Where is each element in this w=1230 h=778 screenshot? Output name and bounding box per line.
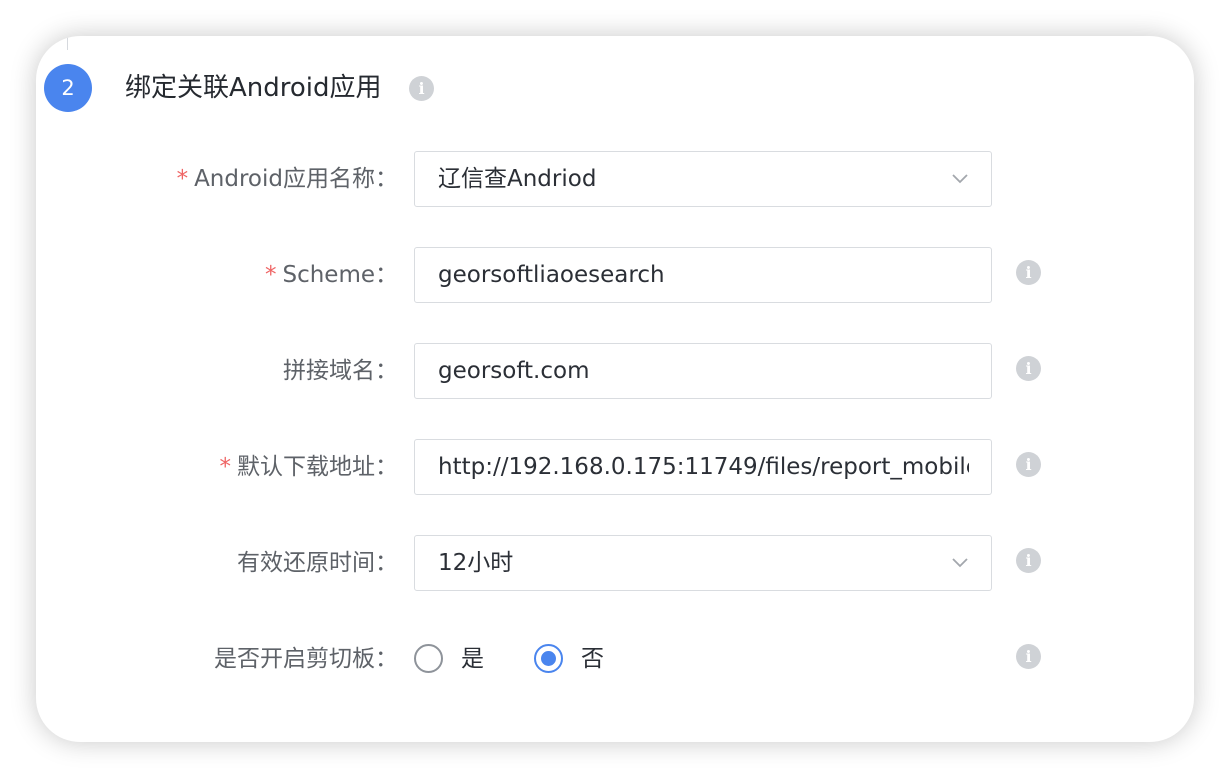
form-row-download-url: * 默认下载地址： http://192.168.0.175:11749/file… (36, 439, 1194, 495)
download-url-input[interactable]: http://192.168.0.175:11749/files/report_… (414, 439, 992, 495)
form-row-restore-time: 有效还原时间： 12小时 i (36, 535, 1194, 591)
radio-no-label: 否 (581, 646, 604, 672)
info-icon[interactable]: i (1016, 452, 1041, 477)
app-name-select[interactable]: 辽信查Andriod (414, 151, 992, 207)
restore-time-label: 有效还原时间： (237, 550, 398, 576)
restore-time-value: 12小时 (438, 550, 514, 576)
chevron-down-icon (952, 174, 968, 184)
radio-yes[interactable] (414, 643, 443, 673)
required-mark: * (264, 262, 277, 288)
domain-value: georsoft.com (438, 358, 590, 384)
form-row-app-name: * Android应用名称： 辽信查Andriod (36, 151, 1194, 207)
required-mark: * (219, 454, 232, 480)
info-icon[interactable]: i (1016, 356, 1041, 381)
scheme-value: georsoftliaoesearch (438, 262, 665, 288)
step-number-badge: 2 (44, 64, 92, 112)
app-name-value: 辽信查Andriod (438, 166, 597, 192)
form-card: 2 绑定关联Android应用 i * Android应用名称： 辽信查Andri… (36, 36, 1194, 742)
form-row-domain: 拼接域名： georsoft.com i (36, 343, 1194, 399)
radio-option-no[interactable]: 否 (534, 637, 604, 681)
info-icon[interactable]: i (1016, 548, 1041, 573)
radio-no[interactable] (534, 643, 563, 673)
download-url-value: http://192.168.0.175:11749/files/report_… (438, 454, 969, 480)
radio-option-yes[interactable]: 是 (414, 637, 484, 681)
scheme-label: * Scheme： (264, 262, 398, 288)
chevron-down-icon (952, 558, 968, 568)
info-icon[interactable]: i (1016, 260, 1041, 285)
app-name-label: * Android应用名称： (176, 166, 398, 192)
required-mark: * (176, 166, 189, 192)
form-row-clipboard: 是否开启剪切板： 是 否 i (36, 631, 1194, 687)
download-url-label: * 默认下载地址： (219, 454, 399, 480)
domain-label: 拼接域名： (283, 358, 398, 384)
info-icon[interactable]: i (409, 76, 434, 101)
step-connector-line (67, 36, 68, 50)
scheme-input[interactable]: georsoftliaoesearch (414, 247, 992, 303)
clipboard-label: 是否开启剪切板： (214, 646, 398, 672)
domain-input[interactable]: georsoft.com (414, 343, 992, 399)
info-icon[interactable]: i (1016, 644, 1041, 669)
section-title: 绑定关联Android应用 (125, 73, 382, 103)
form-row-scheme: * Scheme： georsoftliaoesearch i (36, 247, 1194, 303)
restore-time-select[interactable]: 12小时 (414, 535, 992, 591)
radio-yes-label: 是 (461, 646, 484, 672)
